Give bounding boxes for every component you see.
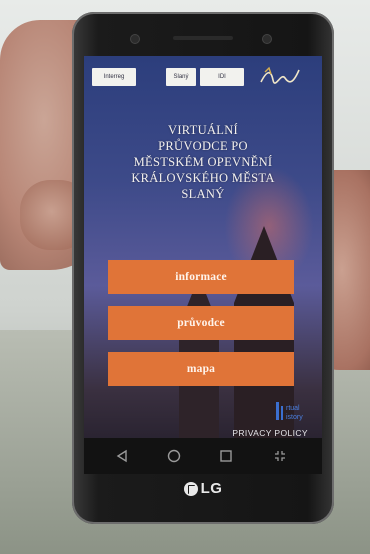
signature-logo xyxy=(260,66,300,84)
partner-logo-2-text: Slaný xyxy=(173,74,189,80)
interreg-logo: Interreg xyxy=(92,68,136,86)
svg-text:rtual: rtual xyxy=(286,405,300,412)
title-line-3: MĚSTSKÉM OPEVNĚNÍ xyxy=(133,155,273,169)
virtual-history-logo: rtual istory xyxy=(276,402,303,421)
home-icon[interactable] xyxy=(164,446,184,466)
recents-icon[interactable] xyxy=(216,446,236,466)
guide-button[interactable]: průvodce xyxy=(108,306,294,340)
fullscreen-collapse-icon[interactable] xyxy=(270,446,290,466)
device-brand: LG xyxy=(72,480,334,497)
proximity-sensor xyxy=(262,34,272,44)
title-line-5: SLANÝ xyxy=(181,187,225,201)
earpiece-speaker xyxy=(173,36,233,40)
partner-logo-3: IDI xyxy=(200,68,244,86)
lg-logo-icon xyxy=(183,481,198,496)
title-line-2: PRŮVODCE PO xyxy=(158,139,248,153)
back-icon[interactable] xyxy=(112,446,132,466)
app-title: VIRTUÁLNÍ PRŮVODCE PO MĚSTSKÉM OPEVNĚNÍ … xyxy=(104,122,302,202)
info-button[interactable]: informace xyxy=(108,260,294,294)
app-screen: Interreg Slaný IDI VIRTUÁLNÍ PRŮVODCE PO… xyxy=(84,56,322,474)
title-line-1: VIRTUÁLNÍ xyxy=(168,123,238,137)
privacy-policy-link[interactable]: PRIVACY POLICY xyxy=(232,428,308,438)
partner-logo-2: Slaný xyxy=(166,68,196,86)
phone-device: Interreg Slaný IDI VIRTUÁLNÍ PRŮVODCE PO… xyxy=(72,12,334,524)
partner-logos: Interreg Slaný IDI xyxy=(84,64,322,90)
front-camera xyxy=(130,34,140,44)
interreg-logo-text: Interreg xyxy=(103,74,125,80)
map-button[interactable]: mapa xyxy=(108,352,294,386)
android-nav-bar xyxy=(84,438,322,474)
partner-logo-3-text: IDI xyxy=(218,74,226,80)
phone-top-bezel xyxy=(72,12,334,52)
title-line-4: KRÁLOVSKÉHO MĚSTA xyxy=(131,171,275,185)
svg-text:istory: istory xyxy=(286,414,303,421)
brand-text: LG xyxy=(200,480,223,497)
